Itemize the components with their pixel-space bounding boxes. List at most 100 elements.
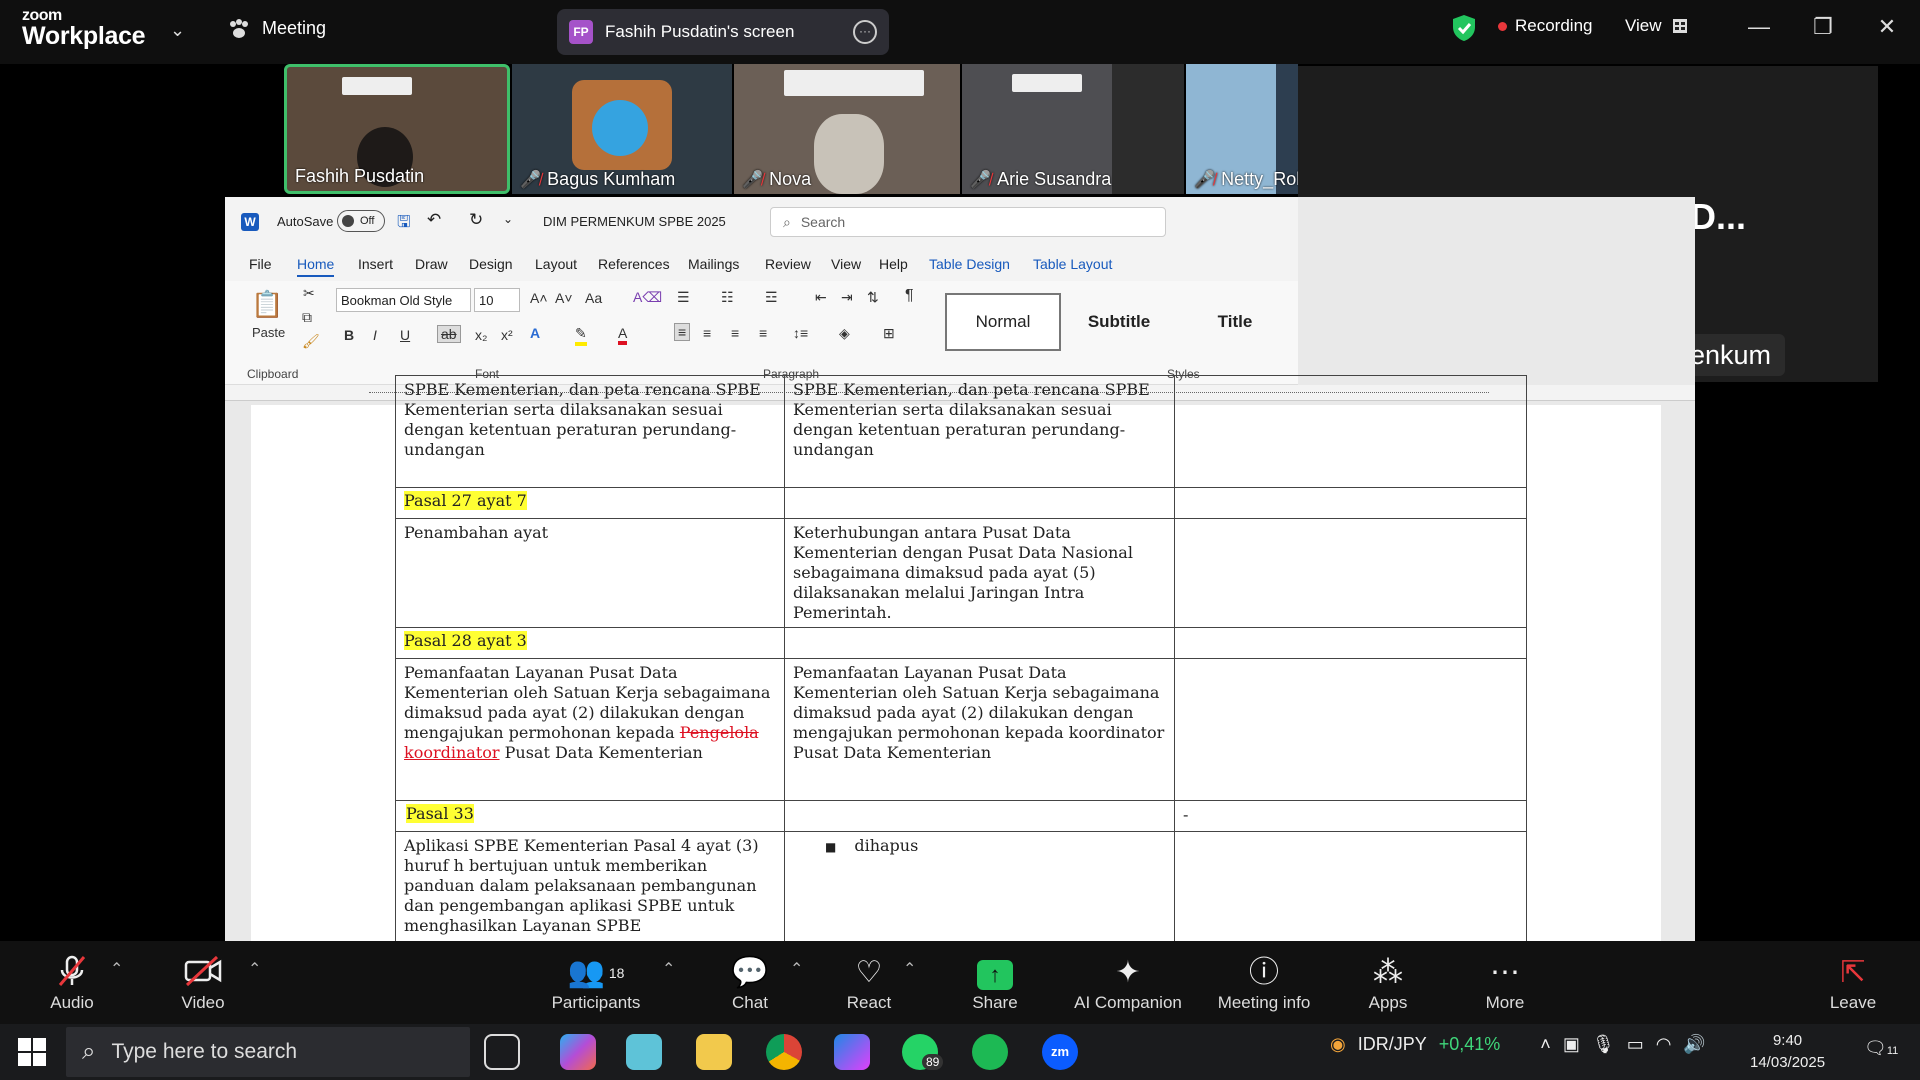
borders-icon[interactable]: ⊞ [883, 325, 895, 342]
meet-now-icon[interactable]: ▣ [1563, 1034, 1580, 1055]
paste-label[interactable]: Paste [252, 325, 285, 340]
style-normal[interactable]: Normal [945, 293, 1061, 351]
save-icon[interactable]: 🖫 [397, 211, 411, 238]
table-cell[interactable]: Pasal 28 ayat 3 [395, 627, 785, 659]
meeting-info-button[interactable]: ⓘ Meeting info [1208, 953, 1320, 1013]
meeting-menu[interactable]: Meeting [228, 18, 326, 39]
show-marks-icon[interactable]: ¶ [905, 287, 914, 305]
audio-options-caret[interactable]: ⌃ [110, 959, 123, 979]
table-cell[interactable]: Pasal 27 ayat 7 [395, 487, 785, 519]
chat-button[interactable]: 💬 Chat [695, 953, 805, 1013]
table-cell[interactable] [784, 800, 1175, 832]
document-page[interactable]: SPBE Kementerian, dan peta rencana SPBE … [251, 375, 1661, 941]
chevron-down-icon[interactable]: ⌄ [170, 20, 185, 41]
view-button[interactable]: View [1625, 16, 1688, 36]
app-icon[interactable] [626, 1034, 662, 1070]
justify-icon[interactable]: ≡ [759, 325, 767, 341]
participant-tile-arie[interactable]: 🎤̸ Arie Susandra [962, 64, 1184, 194]
table-cell[interactable]: Penambahan ayat [395, 518, 785, 628]
line-spacing-icon[interactable]: ↕≡ [793, 325, 808, 341]
word-search-box[interactable]: ⌕ Search [770, 207, 1166, 237]
tab-insert[interactable]: Insert [358, 256, 393, 272]
table-cell[interactable] [1174, 627, 1527, 659]
tab-design[interactable]: Design [469, 256, 513, 272]
table-cell[interactable] [784, 487, 1175, 519]
tab-mailings[interactable]: Mailings [688, 256, 739, 272]
strikethrough-icon[interactable]: ab [437, 325, 461, 343]
notification-icon[interactable]: 🗨11 [1864, 1038, 1898, 1059]
more-button[interactable]: ⋯ More [1450, 953, 1560, 1013]
tab-draw[interactable]: Draw [415, 256, 448, 272]
whatsapp-icon[interactable]: 89 [902, 1034, 944, 1070]
screen-share-pill[interactable]: FP Fashih Pusdatin's screen ··· [557, 9, 889, 55]
tab-table-design[interactable]: Table Design [929, 256, 1010, 272]
ai-companion-button[interactable]: ✦ AI Companion [1068, 953, 1188, 1013]
text-effects-icon[interactable]: A [530, 325, 540, 341]
shrink-font-icon[interactable]: A˅ [555, 290, 573, 306]
table-cell[interactable] [1174, 487, 1527, 519]
grow-font-icon[interactable]: A˄ [530, 290, 548, 306]
multilevel-list-icon[interactable]: ☲ [765, 289, 778, 306]
close-icon[interactable]: ✕ [1870, 14, 1904, 48]
participants-options-caret[interactable]: ⌃ [662, 959, 675, 979]
volume-icon[interactable]: 🔊 [1683, 1034, 1705, 1055]
sort-icon[interactable]: ⇅ [867, 289, 879, 306]
align-center-icon[interactable]: ≡ [703, 325, 711, 341]
more-options-icon[interactable]: ··· [853, 20, 877, 44]
restore-icon[interactable]: ❐ [1806, 14, 1840, 48]
bold-icon[interactable]: B [344, 327, 354, 343]
table-cell[interactable]: - [1174, 800, 1527, 832]
autosave-toggle[interactable]: Off [337, 210, 385, 232]
ticker-label[interactable]: IDR/JPY [1358, 1034, 1427, 1055]
table-cell[interactable] [1174, 518, 1527, 628]
chat-options-caret[interactable]: ⌃ [790, 959, 803, 979]
font-name-select[interactable]: Bookman Old Style [336, 288, 471, 312]
minimize-icon[interactable]: — [1742, 14, 1776, 48]
share-button[interactable]: ↑ Share [940, 953, 1050, 1013]
table-cell[interactable]: SPBE Kementerian, dan peta rencana SPBE … [395, 375, 785, 488]
tab-home[interactable]: Home [297, 256, 335, 277]
superscript-icon[interactable]: x² [501, 327, 513, 343]
m365-icon[interactable] [834, 1034, 870, 1070]
copy-icon[interactable]: ⧉ [302, 309, 312, 326]
style-subtitle[interactable]: Subtitle [1061, 293, 1177, 351]
italic-icon[interactable]: I [373, 327, 377, 343]
video-options-caret[interactable]: ⌃ [248, 959, 261, 979]
format-painter-icon[interactable]: 🖌 [302, 333, 320, 350]
paste-icon[interactable]: 📋 [251, 289, 283, 320]
customize-icon[interactable]: ⌄ [503, 212, 513, 226]
font-size-select[interactable]: 10 [474, 288, 520, 312]
participant-tile-bagus[interactable]: 🎤̸ Bagus Kumham [512, 64, 732, 194]
tab-table-layout[interactable]: Table Layout [1033, 256, 1112, 272]
table-cell[interactable]: Pemanfaatan Layanan Pusat Data Kementeri… [784, 658, 1175, 801]
increase-indent-icon[interactable]: ⇥ [841, 289, 853, 306]
zoom-taskbar-icon[interactable]: zm [1042, 1034, 1078, 1070]
spotify-icon[interactable] [972, 1034, 1008, 1070]
tab-references[interactable]: References [598, 256, 670, 272]
table-cell[interactable]: Pemanfaatan Layanan Pusat Data Kementeri… [395, 658, 785, 801]
highlight-icon[interactable]: ✎ [575, 325, 587, 346]
wifi-icon[interactable]: ◠ [1656, 1034, 1672, 1055]
tab-review[interactable]: Review [765, 256, 811, 272]
react-options-caret[interactable]: ⌃ [903, 959, 916, 979]
zoom-logo[interactable]: zoom Workplace [22, 8, 146, 49]
style-title[interactable]: Title [1177, 293, 1293, 351]
task-view-icon[interactable] [484, 1034, 520, 1070]
font-color-icon[interactable]: A [618, 325, 628, 345]
undo-icon[interactable]: ↶ [427, 210, 441, 230]
subscript-icon[interactable]: x₂ [475, 327, 487, 343]
table-cell[interactable]: Pasal 33 [395, 800, 785, 832]
windows-start-icon[interactable] [18, 1038, 46, 1066]
numbering-icon[interactable]: ☷ [721, 289, 734, 306]
battery-icon[interactable]: ▭ [1627, 1034, 1644, 1055]
bullets-icon[interactable]: ☰ [677, 289, 690, 306]
table-cell[interactable] [1174, 375, 1527, 488]
file-explorer-icon[interactable] [696, 1034, 732, 1070]
apps-button[interactable]: ⁂ Apps [1333, 953, 1443, 1013]
participant-tile-fashih[interactable]: Fashih Pusdatin [284, 64, 510, 194]
participant-tile-netty[interactable]: 🎤̸ Netty_Roh [1186, 64, 1298, 194]
table-cell[interactable]: Aplikasi SPBE Kementerian Pasal 4 ayat (… [395, 831, 785, 941]
participant-tile-nova[interactable]: 🎤̸ Nova [734, 64, 960, 194]
underline-icon[interactable]: U [400, 327, 410, 343]
decrease-indent-icon[interactable]: ⇤ [815, 289, 827, 306]
